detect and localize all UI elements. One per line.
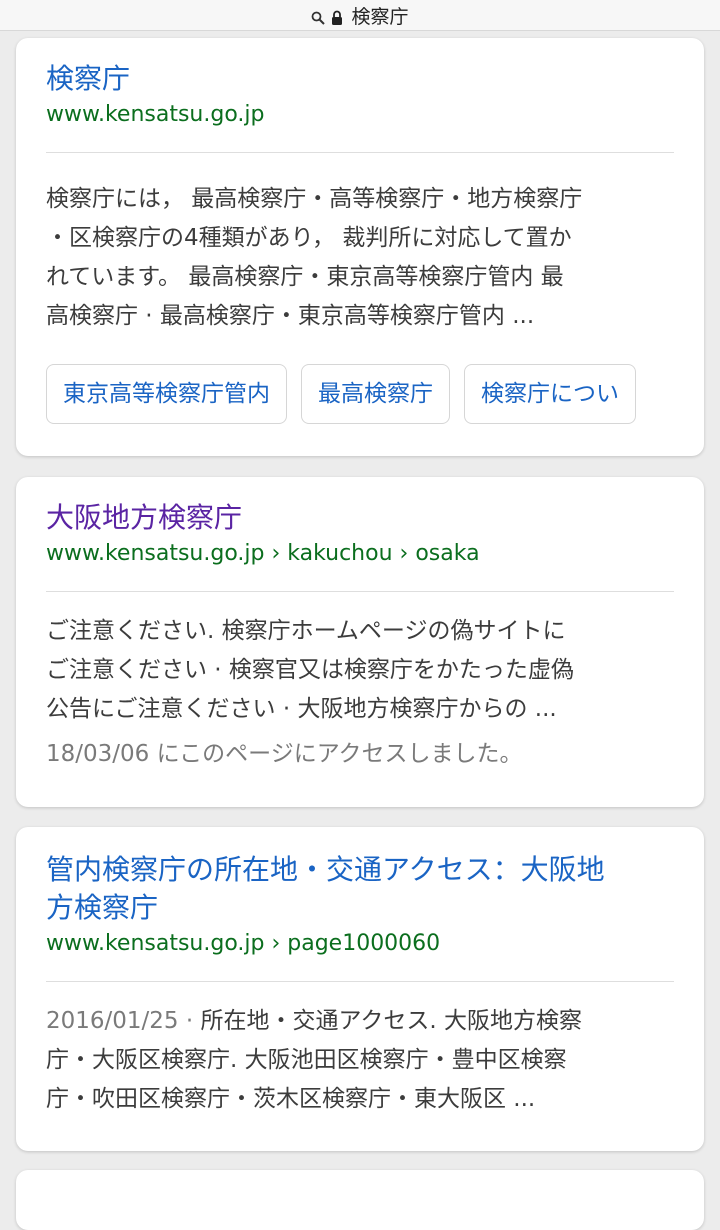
search-result-card: 検察庁 www.kensatsu.go.jp 検察庁には， 最高検察庁・高等検察… (16, 38, 704, 456)
divider (46, 591, 674, 592)
sitelink-chips: 東京高等検察庁管内 最高検察庁 検察庁につい (46, 364, 650, 424)
divider (46, 152, 674, 153)
divider (46, 981, 674, 982)
snippet-line: 庁・大阪区検察庁. 大阪池田区検察庁・豊中区検察 (46, 1047, 567, 1073)
sitelink-chip-supreme[interactable]: 最高検察庁 (301, 364, 450, 424)
snippet-line: れています。 最高検察庁・東京高等検察庁管内 最 (46, 264, 564, 290)
title-line: 方検察庁 (46, 891, 159, 924)
result-snippet: 検察庁には， 最高検察庁・高等検察庁・地方検察庁 ・区検察庁の4種類があり， 裁… (46, 180, 674, 336)
result-title-link[interactable]: 大阪地方検察庁 (46, 499, 674, 537)
result-url: www.kensatsu.go.jp › kakuchou › osaka (46, 541, 480, 566)
result-title-link[interactable]: 検察庁 (46, 60, 674, 98)
search-result-card: 大阪地方検察庁 www.kensatsu.go.jp › kakuchou › … (16, 477, 704, 807)
snippet-line: ご注意ください · 検察官又は検察庁をかたった虚偽 (46, 657, 574, 683)
snippet-line: 公告にご注意ください · 大阪地方検察庁からの ... (46, 696, 557, 722)
snippet-line: 庁・吹田区検察庁・茨木区検察庁・東大阪区 ... (46, 1086, 536, 1112)
result-date: 2016/01/25 · (46, 1008, 201, 1034)
snippet-line: 検察庁には， 最高検察庁・高等検察庁・地方検察庁 (46, 186, 583, 212)
sitelink-chip-about[interactable]: 検察庁につい (464, 364, 636, 424)
result-title-link[interactable]: 管内検察庁の所在地・交通アクセス：大阪地 方検察庁 (46, 851, 674, 927)
address-bar-title: 検察庁 (351, 5, 409, 28)
snippet-text: 所在地・交通アクセス. 大阪地方検察 (200, 1008, 582, 1034)
lock-icon (331, 8, 343, 25)
snippet-line: 2016/01/25 · 所在地・交通アクセス. 大阪地方検察 (46, 1002, 674, 1041)
search-result-card-partial (16, 1170, 704, 1230)
search-icon (311, 8, 326, 25)
snippet-line: ・区検察庁の4種類があり， 裁判所に対応して置か (46, 225, 572, 251)
snippet-line: 高検察庁 · 最高検察庁・東京高等検察庁管内 ... (46, 303, 535, 329)
search-result-card: 管内検察庁の所在地・交通アクセス：大阪地 方検察庁 www.kensatsu.g… (16, 827, 704, 1151)
address-bar[interactable]: 検察庁 (0, 0, 720, 31)
title-line: 管内検察庁の所在地・交通アクセス：大阪地 (46, 853, 605, 886)
result-url: www.kensatsu.go.jp (46, 102, 265, 127)
snippet-line: ご注意ください. 検察庁ホームページの偽サイトに (46, 618, 566, 644)
sitelink-chip-tokyo-high[interactable]: 東京高等検察庁管内 (46, 364, 287, 424)
result-snippet: 2016/01/25 · 所在地・交通アクセス. 大阪地方検察 庁・大阪区検察庁… (46, 1002, 674, 1119)
result-url: www.kensatsu.go.jp › page1000060 (46, 931, 441, 956)
result-snippet: ご注意ください. 検察庁ホームページの偽サイトに ご注意ください · 検察官又は… (46, 612, 674, 729)
last-visited-note: 18/03/06 にこのページにアクセスしました。 (46, 741, 523, 767)
